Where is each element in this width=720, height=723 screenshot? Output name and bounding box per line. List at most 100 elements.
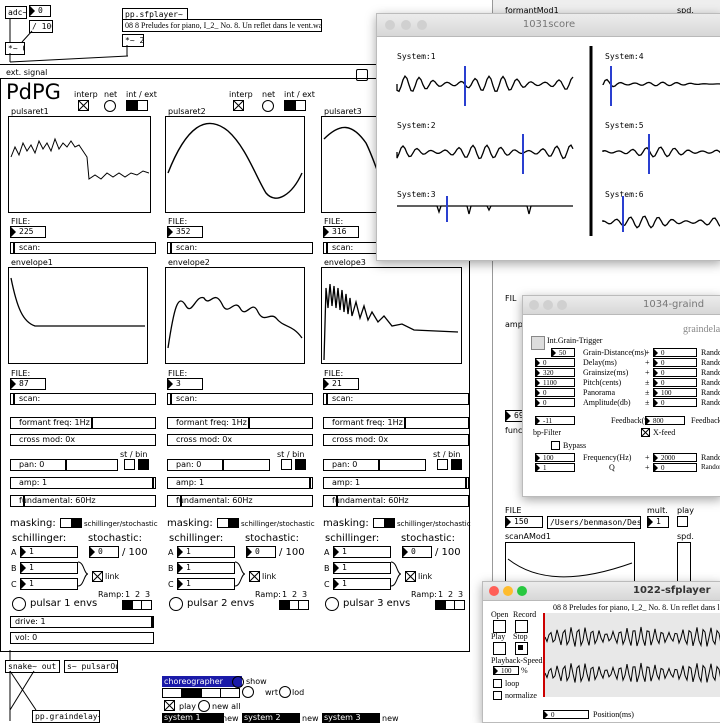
grain-param-label: Grainsize(ms) (583, 368, 629, 377)
trigger-label: Int.Grain-Trigger (547, 336, 603, 345)
scan-label: scanAMod1 (505, 532, 551, 541)
grain-rand-label: Rando (701, 358, 720, 367)
waveform-display[interactable] (543, 613, 720, 697)
pct-label: % (521, 666, 528, 675)
grain-param-box[interactable]: 0 (535, 388, 575, 397)
close-icon[interactable] (529, 300, 539, 310)
zoom-icon[interactable] (517, 586, 527, 596)
score-title: 1031score (522, 19, 576, 30)
loop-toggle[interactable] (493, 679, 502, 688)
grain-param-label: Delay(ms) (583, 358, 617, 367)
patch-cords-top (9, 18, 129, 63)
choreo-radio[interactable] (162, 688, 240, 698)
grain-param-label: Amplitude(db) (583, 398, 631, 407)
freq-rand-box[interactable]: 2000 (653, 453, 697, 462)
fil-label: FIL (505, 294, 517, 303)
grain-pm: + (645, 348, 650, 357)
scan-graph[interactable] (505, 542, 635, 586)
xfeed-toggle[interactable] (641, 428, 650, 437)
track-label: 08 8 Preludes for piano, I_2_ No. 8. Un … (553, 603, 720, 612)
newall-label: new all (212, 702, 241, 711)
q-label: Q (609, 463, 615, 472)
spd2-label: spd. (677, 532, 694, 541)
newall-bang[interactable] (198, 700, 210, 712)
feedback-box[interactable]: -11 (535, 416, 575, 425)
vol-slider[interactable]: vol: 0 (10, 632, 154, 644)
new2-label[interactable]: new (302, 714, 319, 723)
brand-label: graindela (683, 324, 720, 335)
speed-box[interactable]: 100 (493, 666, 519, 675)
patch-cords-bottom (9, 650, 37, 721)
mult-box[interactable]: 1 (647, 516, 669, 528)
grain-rand-box[interactable]: 0 (653, 368, 697, 377)
minimize-icon[interactable] (543, 300, 553, 310)
sfplayer-title: 1022-sfplayer (633, 585, 711, 596)
position-box[interactable]: 0 (543, 710, 589, 719)
play-label: play (677, 506, 694, 515)
drive-slider[interactable]: drive: 1 (10, 616, 154, 628)
open-label: Open (491, 610, 509, 619)
loop-label: loop (505, 679, 520, 688)
lod-bang[interactable] (279, 686, 291, 698)
grain-pm: + (645, 368, 650, 377)
normalize-toggle[interactable] (493, 691, 502, 700)
choreographer-panel: choreographer show wrt lod play new all … (162, 676, 402, 723)
wrt-bang[interactable] (242, 686, 254, 698)
system1-tab[interactable]: system 1 (162, 713, 224, 723)
bypass-toggle[interactable] (551, 441, 560, 450)
feedback2-box[interactable]: 800 (645, 416, 685, 425)
sfplayer-window: 1022-sfplayer Open Record Play Stop Play… (482, 581, 720, 723)
grain-rand-label: Rando (701, 378, 720, 387)
new3-label[interactable]: new (382, 714, 399, 723)
grain-param-box[interactable]: 320 (535, 368, 575, 377)
path-box[interactable]: /Users/benmason/Deskt (547, 516, 641, 529)
choreographer-title: choreographer (162, 676, 242, 687)
bypass-label: Bypass (563, 441, 587, 450)
n150-box[interactable]: 150 (505, 516, 543, 528)
grain-param-box[interactable]: 50 (551, 348, 575, 357)
file-label: FILE (505, 506, 522, 515)
grain-pm: + (645, 358, 650, 367)
play-button[interactable] (493, 642, 506, 655)
grain-rand-box[interactable]: 100 (653, 388, 697, 397)
func-label: func (505, 426, 523, 435)
minimize-icon[interactable] (503, 586, 513, 596)
q-rand-box[interactable]: 0 (653, 463, 697, 472)
new1-label[interactable]: new (222, 714, 239, 723)
grain-rand-box[interactable]: 0 (653, 398, 697, 407)
trigger-button[interactable] (531, 336, 545, 350)
grain-param-box[interactable]: 0 (535, 398, 575, 407)
q-box[interactable]: 1 (535, 463, 575, 472)
q-rand-label: Random (701, 463, 720, 471)
grain-param-box[interactable]: 1100 (535, 378, 575, 387)
score-waveforms (396, 46, 720, 236)
graindelay-title: 1034-graind (643, 299, 705, 310)
graindelay-window: 1034-graind graindela Int.Grain-Trigger … (522, 295, 720, 497)
grain-pm: ± (645, 388, 650, 397)
grain-rand-box[interactable]: 0 (653, 348, 697, 357)
score-window: 1031score System:1 System:2 System:3 Sys… (376, 13, 720, 261)
bpf-label: bp-Filter (533, 428, 561, 437)
grain-rand-box[interactable]: 0 (653, 378, 697, 387)
grain-rand-box[interactable]: 0 (653, 358, 697, 367)
play-toggle[interactable] (677, 516, 688, 527)
grain-rand-label: Rando (701, 398, 720, 407)
stop-button[interactable] (515, 642, 528, 655)
position-label: Position(ms) (593, 710, 634, 719)
freq-plus: + (645, 453, 650, 462)
play-label: play (179, 702, 196, 711)
grain-pm: ± (645, 378, 650, 387)
system2-tab[interactable]: system 2 (242, 713, 300, 723)
system3-tab[interactable]: system 3 (322, 713, 380, 723)
feedback2-label: Feedback (691, 416, 720, 425)
zoom-icon[interactable] (557, 300, 567, 310)
spd-slider[interactable] (677, 542, 691, 584)
play-label: Play (491, 632, 506, 641)
show-bang[interactable] (232, 676, 244, 688)
divider (0, 64, 380, 65)
grain-param-box[interactable]: 0 (535, 358, 575, 367)
close-icon[interactable] (489, 586, 499, 596)
play-toggle[interactable] (164, 700, 175, 711)
grain-param-label: Panorama (583, 388, 615, 397)
freq-box[interactable]: 100 (535, 453, 575, 462)
